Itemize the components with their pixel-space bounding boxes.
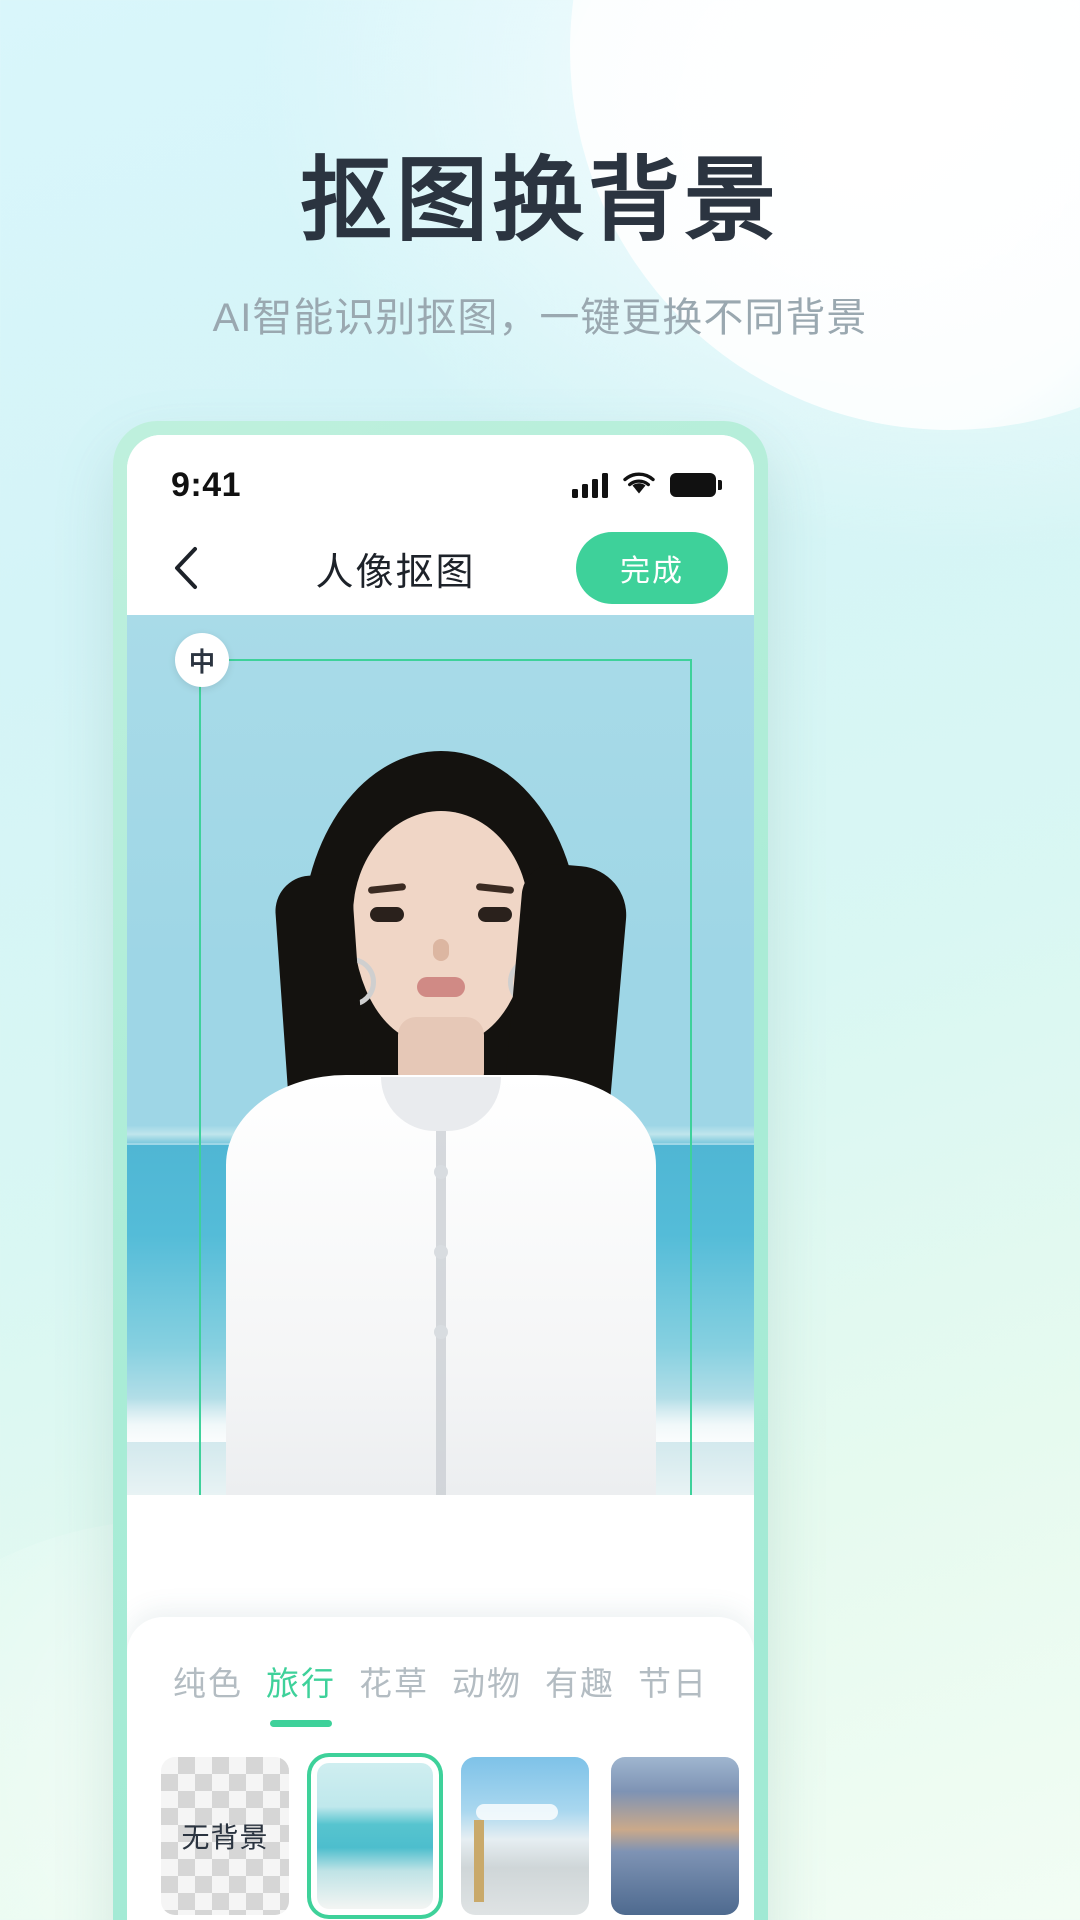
background-picker-panel: 纯色 旅行 花草 动物 有趣 节日 无背景: [127, 1617, 754, 1920]
done-button[interactable]: 完成: [575, 532, 728, 604]
thumbnail-beach-selected[interactable]: [311, 1757, 439, 1915]
thumbnail-lake-art: [611, 1757, 739, 1915]
tab-travel[interactable]: 旅行: [266, 1657, 336, 1727]
battery-icon: [670, 473, 722, 497]
status-bar-time: 9:41: [171, 465, 242, 504]
back-button[interactable]: [157, 539, 215, 597]
thumbnail-label: 无背景: [181, 1822, 269, 1853]
tab-label: 纯色: [173, 1665, 243, 1702]
edit-canvas[interactable]: 中: [127, 615, 754, 1495]
thumbnail-lake-mountain[interactable]: [611, 1757, 739, 1915]
nav-bar: 人像抠图 完成: [127, 521, 754, 615]
tab-label: 旅行: [266, 1665, 336, 1702]
page-title: 抠图换背景: [299, 147, 780, 254]
tab-label: 花草: [359, 1665, 429, 1702]
status-bar: 9:41: [127, 435, 754, 521]
tab-animals[interactable]: 动物: [452, 1657, 522, 1727]
background-thumbnail-list[interactable]: 无背景: [127, 1727, 754, 1915]
page-subtitle: AI智能识别抠图，一键更换不同背景: [212, 295, 868, 340]
thumbnail-sky-pole[interactable]: [461, 1757, 589, 1915]
chevron-left-icon: [169, 545, 203, 591]
thumbnail-sky-art: [461, 1757, 589, 1915]
crop-frame[interactable]: [199, 659, 692, 1495]
tab-solid-color[interactable]: 纯色: [173, 1657, 243, 1727]
phone-mockup: 9:41 人像抠图 完成 中 纯色 旅行 花草 动物 有趣 节日 无背景: [113, 421, 768, 1920]
tab-label: 有趣: [545, 1665, 615, 1702]
tab-label: 动物: [452, 1665, 522, 1702]
tab-flowers[interactable]: 花草: [359, 1657, 429, 1727]
category-tabs: 纯色 旅行 花草 动物 有趣 节日: [127, 1617, 754, 1727]
wifi-icon: [622, 470, 656, 501]
tab-active-underline: [270, 1720, 332, 1727]
crop-ratio-badge[interactable]: 中: [175, 633, 229, 687]
thumbnail-no-background[interactable]: 无背景: [161, 1757, 289, 1915]
tab-fun[interactable]: 有趣: [545, 1657, 615, 1727]
thumbnail-beach-art: [317, 1763, 433, 1909]
cellular-signal-icon: [572, 472, 608, 498]
phone-screen: 9:41 人像抠图 完成 中 纯色 旅行 花草 动物 有趣 节日 无背景: [127, 435, 754, 1920]
tab-holiday[interactable]: 节日: [638, 1657, 708, 1727]
page-title-navbar: 人像抠图: [315, 551, 476, 594]
promo-header: 抠图换背景 AI智能识别抠图，一键更换不同背景: [0, 0, 1080, 342]
tab-label: 节日: [638, 1665, 708, 1702]
thumbnail-image: [317, 1763, 433, 1909]
status-bar-icons: [572, 470, 722, 501]
